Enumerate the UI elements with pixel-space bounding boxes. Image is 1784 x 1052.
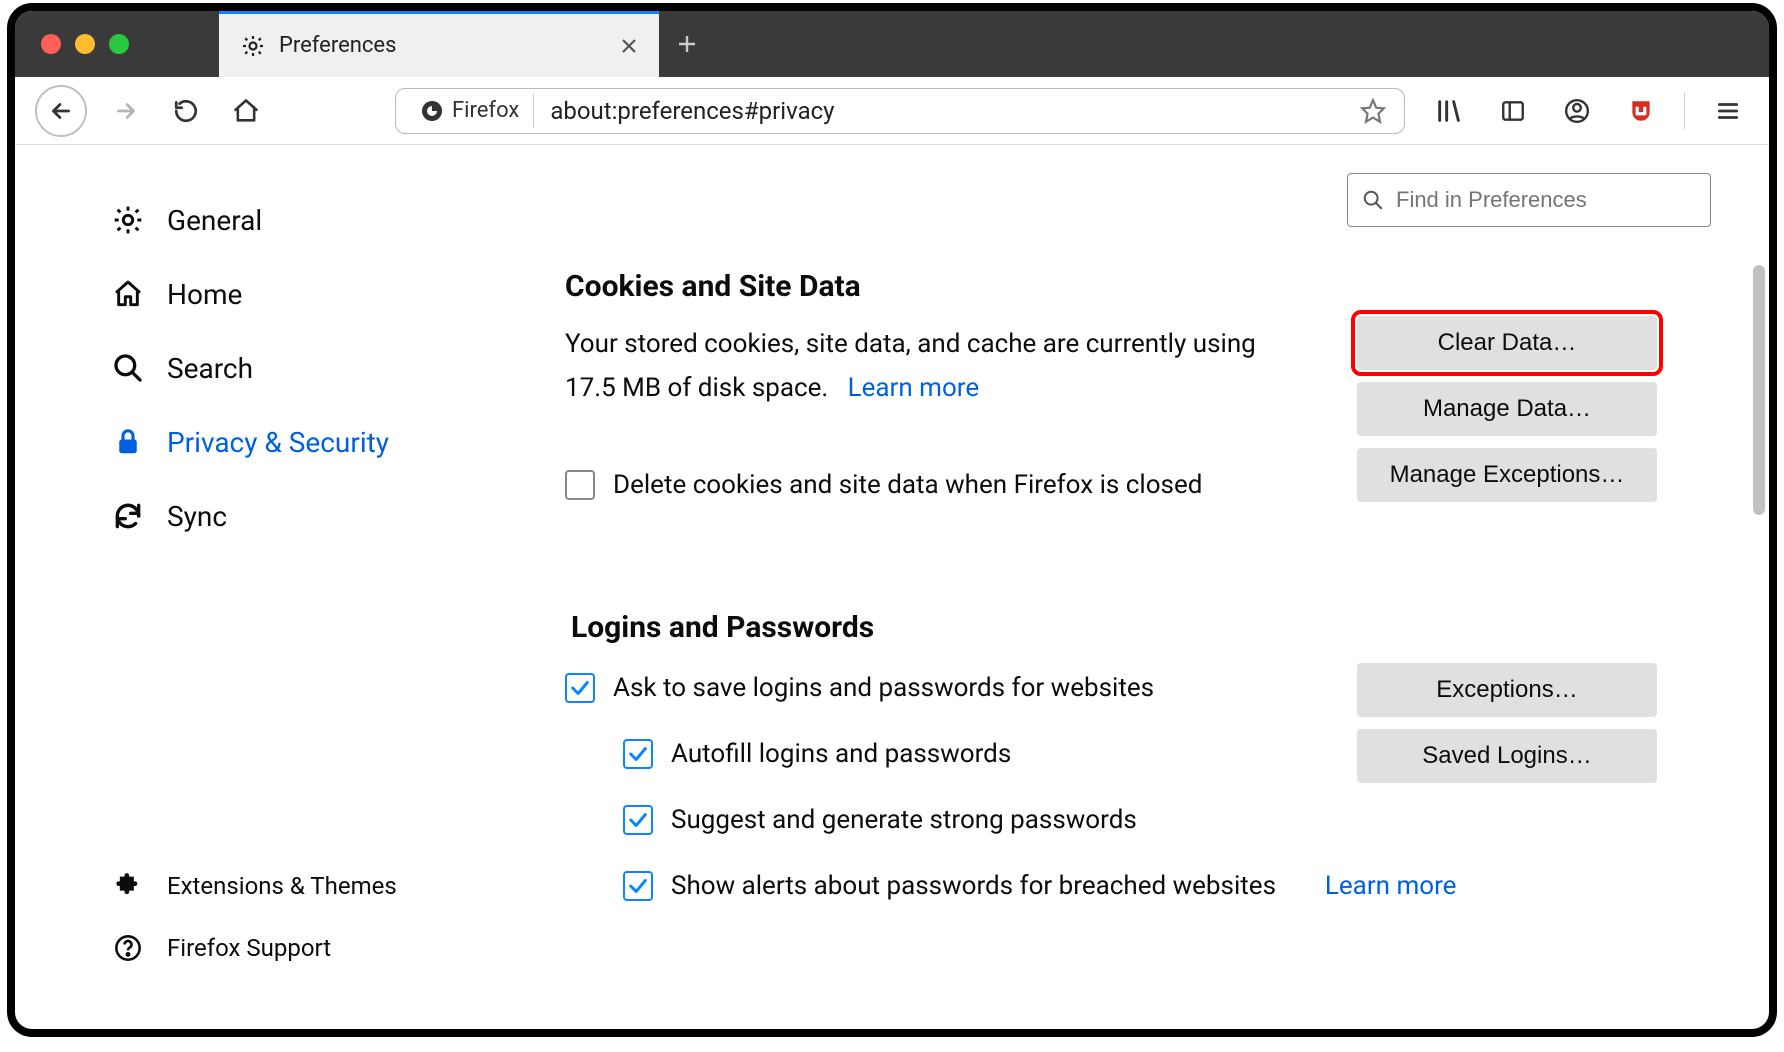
nav-divider	[1684, 93, 1685, 129]
scrollbar-thumb[interactable]	[1753, 265, 1765, 515]
sidebar-item-label: General	[167, 204, 262, 237]
sidebar-item-label: Firefox Support	[167, 934, 331, 962]
gear-icon	[241, 34, 265, 58]
cookies-learn-more-link[interactable]: Learn more	[848, 373, 980, 403]
breach-checkbox[interactable]	[623, 871, 653, 901]
delete-on-close-label: Delete cookies and site data when Firefo…	[613, 470, 1202, 500]
url-text: about:preferences#privacy	[538, 97, 1348, 125]
bookmark-star-button[interactable]	[1352, 98, 1394, 124]
sidebar-item-search[interactable]: Search	[111, 331, 505, 405]
home-icon	[111, 277, 145, 311]
window-controls	[15, 11, 159, 77]
clear-data-button[interactable]: Clear Data…	[1357, 316, 1657, 370]
sidebar-bottom: Extensions & Themes Firefox Support	[111, 855, 505, 999]
suggest-checkbox[interactable]	[623, 805, 653, 835]
sidebar-item-label: Search	[167, 352, 253, 385]
library-button[interactable]	[1428, 90, 1470, 132]
sidebar-item-label: Extensions & Themes	[167, 872, 397, 900]
logins-section: Logins and Passwords Ask to save logins …	[565, 610, 1715, 901]
minimize-window-button[interactable]	[75, 34, 95, 54]
account-button[interactable]	[1556, 90, 1598, 132]
cookies-button-column: Clear Data… Manage Data… Manage Exceptio…	[1357, 316, 1657, 502]
cookies-heading: Cookies and Site Data	[565, 269, 1715, 304]
sidebar-item-label: Privacy & Security	[167, 426, 389, 459]
sidebar-toggle-button[interactable]	[1492, 90, 1534, 132]
search-preferences-input[interactable]	[1394, 186, 1696, 214]
help-icon	[111, 931, 145, 965]
lock-icon	[111, 425, 145, 459]
breach-label: Show alerts about passwords for breached…	[671, 871, 1276, 901]
sidebar-item-label: Home	[167, 278, 242, 311]
breach-row: Show alerts about passwords for breached…	[623, 871, 1715, 901]
sidebar-item-home[interactable]: Home	[111, 257, 505, 331]
sidebar-item-label: Sync	[167, 500, 227, 533]
content-area: General Home Search Privacy & Security	[15, 145, 1769, 1029]
nav-right-controls	[1428, 90, 1749, 132]
search-icon	[1362, 189, 1384, 211]
breach-learn-more-link[interactable]: Learn more	[1325, 871, 1457, 901]
logins-heading: Logins and Passwords	[571, 610, 1715, 645]
fullscreen-window-button[interactable]	[109, 34, 129, 54]
autofill-checkbox[interactable]	[623, 739, 653, 769]
back-button[interactable]	[35, 85, 87, 137]
puzzle-icon	[111, 869, 145, 903]
tab-title: Preferences	[279, 33, 396, 58]
sidebar-item-general[interactable]: General	[111, 183, 505, 257]
gear-icon	[111, 203, 145, 237]
delete-on-close-checkbox[interactable]	[565, 470, 595, 500]
url-bar[interactable]: Firefox about:preferences#privacy	[395, 88, 1405, 134]
url-identity-label: Firefox	[452, 98, 519, 123]
firefox-icon	[420, 99, 444, 123]
ask-save-checkbox[interactable]	[565, 673, 595, 703]
exceptions-button[interactable]: Exceptions…	[1357, 663, 1657, 717]
sync-icon	[111, 499, 145, 533]
sidebar-item-extensions[interactable]: Extensions & Themes	[111, 855, 505, 917]
suggest-label: Suggest and generate strong passwords	[671, 805, 1137, 835]
search-icon	[111, 351, 145, 385]
url-identity[interactable]: Firefox	[406, 94, 534, 127]
scrollbar[interactable]	[1749, 265, 1769, 515]
browser-window: Preferences Firefox	[14, 10, 1770, 1030]
close-window-button[interactable]	[41, 34, 61, 54]
browser-tab[interactable]: Preferences	[219, 11, 659, 77]
ask-save-label: Ask to save logins and passwords for web…	[613, 673, 1154, 703]
suggest-row: Suggest and generate strong passwords	[623, 805, 1715, 835]
sidebar-item-privacy[interactable]: Privacy & Security	[111, 405, 505, 479]
new-tab-button[interactable]	[659, 11, 715, 77]
autofill-label: Autofill logins and passwords	[671, 739, 1011, 769]
saved-logins-button[interactable]: Saved Logins…	[1357, 729, 1657, 783]
preferences-main: Cookies and Site Data Your stored cookie…	[535, 145, 1769, 1029]
menu-button[interactable]	[1707, 90, 1749, 132]
preferences-sidebar: General Home Search Privacy & Security	[15, 145, 535, 1029]
sidebar-item-support[interactable]: Firefox Support	[111, 917, 505, 979]
tab-strip: Preferences	[15, 11, 1769, 77]
cookies-section: Cookies and Site Data Your stored cookie…	[565, 269, 1715, 500]
search-preferences[interactable]	[1347, 173, 1711, 227]
ublock-icon[interactable]	[1620, 90, 1662, 132]
cookies-description: Your stored cookies, site data, and cach…	[565, 322, 1305, 410]
manage-exceptions-button[interactable]: Manage Exceptions…	[1357, 448, 1657, 502]
close-tab-button[interactable]	[619, 36, 639, 56]
reload-button[interactable]	[165, 90, 207, 132]
nav-toolbar: Firefox about:preferences#privacy	[15, 77, 1769, 145]
home-button[interactable]	[225, 90, 267, 132]
forward-button[interactable]	[105, 90, 147, 132]
manage-data-button[interactable]: Manage Data…	[1357, 382, 1657, 436]
logins-button-column: Exceptions… Saved Logins…	[1357, 663, 1657, 783]
sidebar-item-sync[interactable]: Sync	[111, 479, 505, 553]
